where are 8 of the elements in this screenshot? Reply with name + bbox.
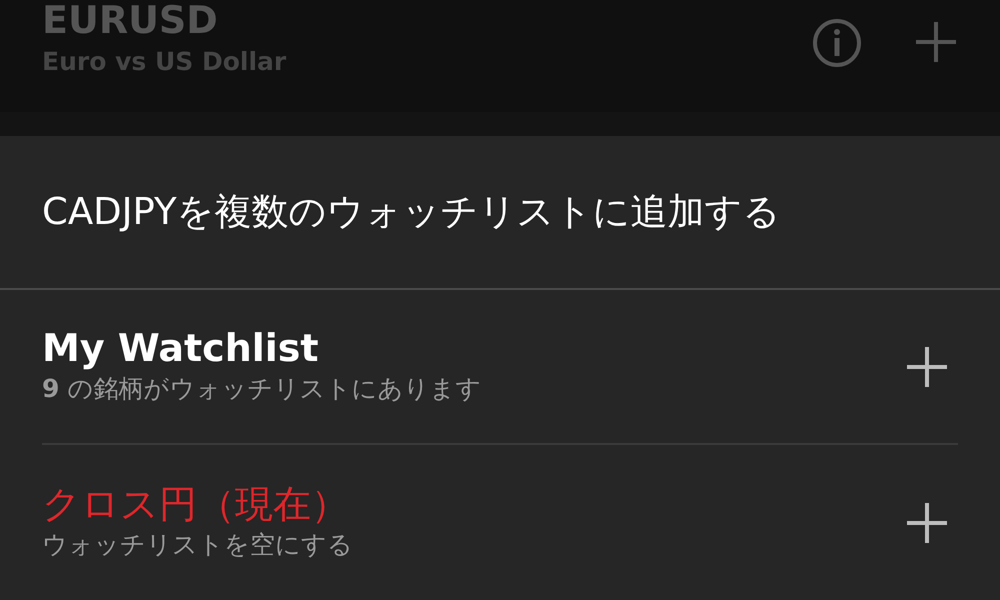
watchlist-subtitle: 9 の銘柄がウォッチリストにあります (42, 372, 482, 404)
watchlist-subtitle: ウォッチリストを空にする (42, 528, 354, 560)
symbol-name: EURUSD (42, 0, 219, 44)
watchlist-name[interactable]: My Watchlist (42, 324, 906, 372)
add-icon[interactable] (906, 346, 948, 388)
add-icon[interactable] (906, 502, 948, 544)
info-icon[interactable] (812, 18, 862, 68)
sheet-title: CADJPYを複数のウォッチリストに追加する (42, 189, 781, 236)
